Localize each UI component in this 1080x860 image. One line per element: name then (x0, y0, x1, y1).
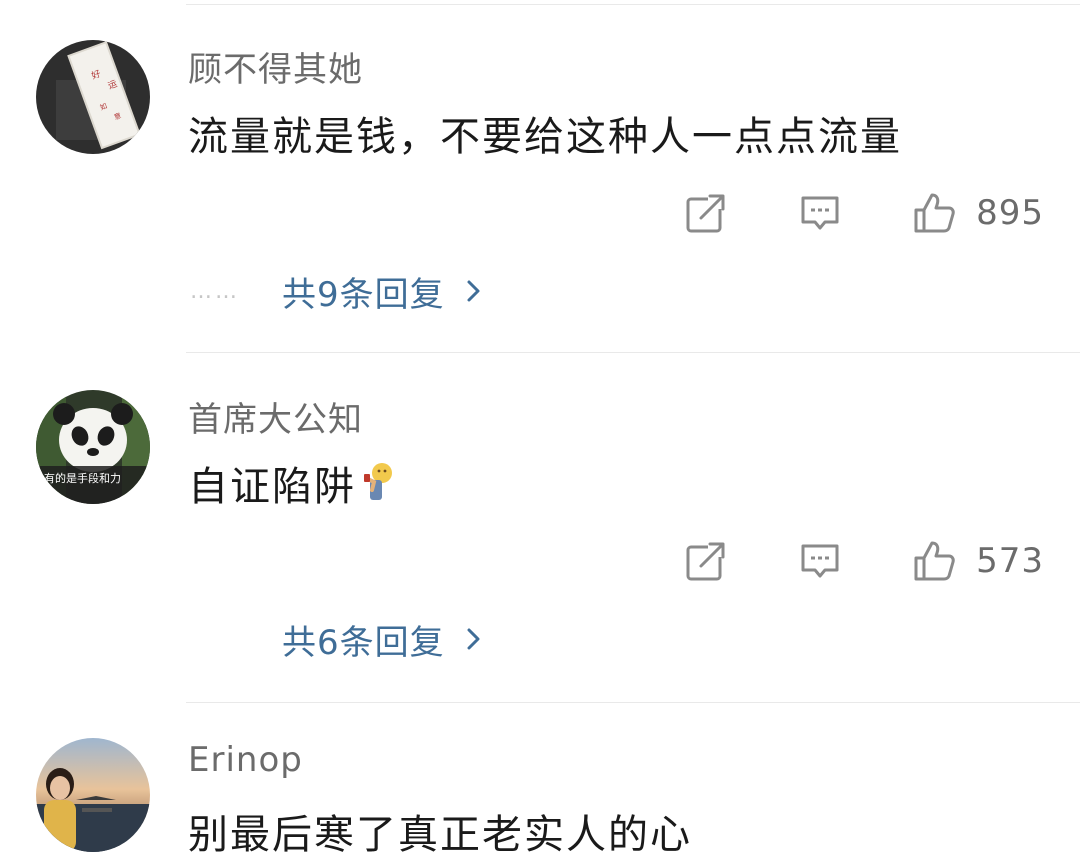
comment-text: 流量就是钱，不要给这种人一点点流量 (188, 114, 902, 160)
comment-text-body: 自证陷阱 (188, 464, 356, 510)
view-replies-link[interactable]: 共6条回复 (282, 615, 445, 664)
comment-icon[interactable] (798, 191, 842, 235)
comment-text: 别最后寒了真正老实人的心 (188, 812, 692, 858)
chevron-right-icon[interactable] (463, 624, 485, 654)
chevron-right-icon[interactable] (463, 276, 485, 306)
comment-username[interactable]: Erinop (188, 740, 303, 780)
comment-username[interactable]: 首席大公知 (188, 392, 363, 441)
like-count: 573 (976, 541, 1044, 581)
comment-divider (186, 352, 1080, 353)
comment-divider (186, 702, 1080, 703)
comment-username[interactable]: 顾不得其她 (188, 42, 363, 91)
comment-actions: 573 (684, 536, 1044, 586)
like-count: 895 (976, 193, 1044, 233)
replies-dots: …… (190, 278, 240, 304)
like-icon (914, 193, 955, 233)
replies-row: 共6条回复 (190, 614, 485, 664)
replies-row: …… 共9条回复 (190, 266, 485, 316)
comment-text: 自证陷阱 (188, 454, 398, 512)
like-button[interactable]: 573 (912, 539, 1044, 583)
top-divider (186, 4, 1080, 5)
share-icon[interactable] (684, 539, 728, 583)
view-replies-link[interactable]: 共9条回复 (282, 267, 445, 316)
comment-actions: 895 (684, 188, 1044, 238)
comment-icon[interactable] (798, 539, 842, 583)
like-button[interactable]: 895 (912, 191, 1044, 235)
avatar[interactable] (36, 738, 150, 852)
avatar[interactable]: 好 运 如 意 (36, 40, 150, 154)
avatar-caption: 有的是手段和力 (44, 471, 121, 485)
share-icon[interactable] (684, 191, 728, 235)
avatar[interactable]: 有的是手段和力 (36, 390, 150, 504)
like-icon (914, 541, 955, 581)
thinking-emoji-icon (364, 463, 392, 500)
